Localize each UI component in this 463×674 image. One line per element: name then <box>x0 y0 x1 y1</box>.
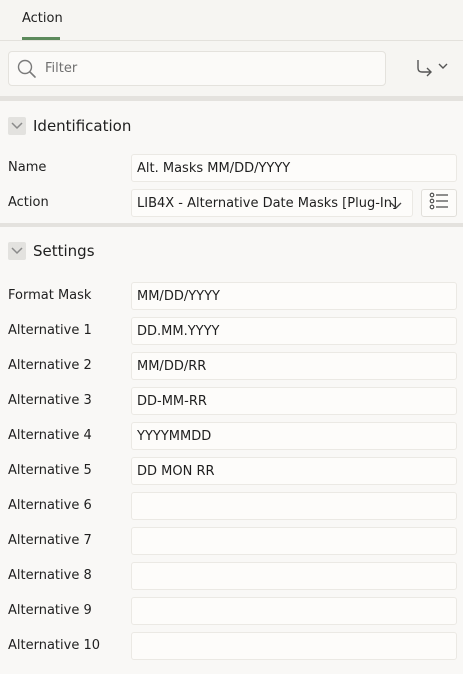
property-row-alternative-7: Alternative 7 <box>0 524 463 559</box>
property-label: Alternative 7 <box>8 533 92 548</box>
property-row-alternative-5: Alternative 5 DD MON RR <box>0 454 463 489</box>
property-row-alternative-10: Alternative 10 <box>0 629 463 664</box>
property-row-alternative-3: Alternative 3 DD-MM-RR <box>0 384 463 419</box>
section-title-identification: Identification <box>33 117 132 135</box>
action-select[interactable]: LIB4X - Alternative Date Masks [Plug-In] <box>131 189 413 217</box>
action-select-value: LIB4X - Alternative Date Masks [Plug-In] <box>137 196 398 211</box>
section-header-settings: Settings <box>0 227 463 275</box>
property-label: Alternative 9 <box>8 603 92 618</box>
list-icon <box>429 192 449 214</box>
collapse-settings-button[interactable] <box>8 242 26 260</box>
property-row-name: Name Alt. Masks MM/DD/YYYY <box>0 151 463 186</box>
property-row-alternative-9: Alternative 9 <box>0 594 463 629</box>
search-icon <box>17 59 37 79</box>
alternative-10-field[interactable] <box>131 632 457 660</box>
property-row-format-mask: Format Mask MM/DD/YYYY <box>0 279 463 314</box>
alternative-3-field[interactable]: DD-MM-RR <box>131 387 457 415</box>
alternative-6-field[interactable] <box>131 492 457 520</box>
property-label: Alternative 1 <box>8 323 92 338</box>
list-of-values-button[interactable] <box>421 189 457 217</box>
alternative-9-field[interactable] <box>131 597 457 625</box>
toolbar <box>0 41 463 96</box>
property-row-alternative-2: Alternative 2 MM/DD/RR <box>0 349 463 384</box>
format-mask-field[interactable]: MM/DD/YYYY <box>131 282 457 310</box>
property-label: Name <box>8 160 47 175</box>
property-label: Alternative 4 <box>8 428 92 443</box>
property-row-alternative-6: Alternative 6 <box>0 489 463 524</box>
property-label: Alternative 2 <box>8 358 92 373</box>
alternative-2-field[interactable]: MM/DD/RR <box>131 352 457 380</box>
section-header-identification: Identification <box>0 101 463 151</box>
goto-arrow-icon <box>414 57 450 81</box>
property-label: Alternative 8 <box>8 568 92 583</box>
filter-input[interactable] <box>45 61 365 76</box>
settings-rows: Format Mask MM/DD/YYYY Alternative 1 DD.… <box>0 275 463 664</box>
collapse-identification-button[interactable] <box>8 117 26 135</box>
alternative-7-field[interactable] <box>131 527 457 555</box>
chevron-down-icon <box>390 199 402 214</box>
property-label: Alternative 3 <box>8 393 92 408</box>
chevron-down-icon <box>11 244 23 259</box>
alternative-1-field[interactable]: DD.MM.YYYY <box>131 317 457 345</box>
property-row-alternative-8: Alternative 8 <box>0 559 463 594</box>
property-row-alternative-4: Alternative 4 YYYYMMDD <box>0 419 463 454</box>
active-tab-indicator <box>22 37 60 40</box>
property-row-action: Action LIB4X - Alternative Date Masks [P… <box>0 186 463 221</box>
alternative-4-field[interactable]: YYYYMMDD <box>131 422 457 450</box>
alternative-8-field[interactable] <box>131 562 457 590</box>
name-field[interactable]: Alt. Masks MM/DD/YYYY <box>131 154 457 182</box>
property-label: Alternative 6 <box>8 498 92 513</box>
property-row-alternative-1: Alternative 1 DD.MM.YYYY <box>0 314 463 349</box>
tab-bar: Action <box>0 0 463 41</box>
property-label: Format Mask <box>8 288 92 303</box>
property-label: Alternative 10 <box>8 638 100 653</box>
tab-action[interactable]: Action <box>22 11 63 40</box>
property-label: Action <box>8 195 49 210</box>
filter-box[interactable] <box>8 51 386 86</box>
alternative-5-field[interactable]: DD MON RR <box>131 457 457 485</box>
section-title-settings: Settings <box>33 242 95 260</box>
property-label: Alternative 5 <box>8 463 92 478</box>
chevron-down-icon <box>11 119 23 134</box>
goto-menu-button[interactable] <box>412 56 452 82</box>
